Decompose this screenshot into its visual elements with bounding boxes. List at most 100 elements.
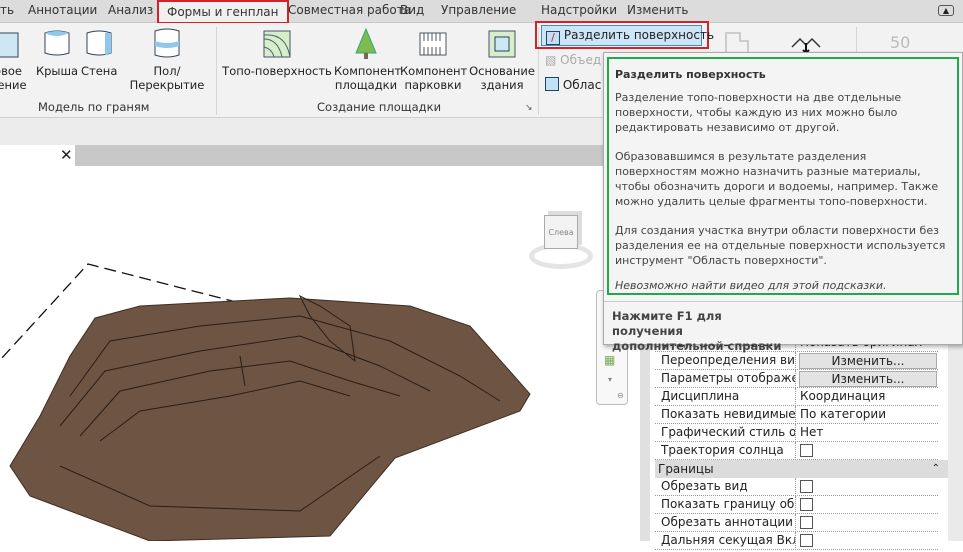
label-50-icon: 50 — [890, 33, 911, 52]
mass-button[interactable]: овое дение — [0, 27, 30, 92]
label: Топо-поверхность — [222, 64, 332, 78]
parking-component-button[interactable]: Компонент парковки — [400, 27, 468, 92]
property-row: Показать невидимые ... По категории — [655, 406, 938, 424]
panel-label-site-creation: Создание площадки — [317, 100, 442, 114]
annotation-crop-checkbox[interactable] — [800, 516, 813, 529]
roof-icon — [44, 30, 70, 56]
sun-path-checkbox[interactable] — [800, 444, 813, 457]
ribbon-tab-bar: ть Аннотации Анализ Формы и генплан Совм… — [0, 0, 963, 24]
merge-surfaces-button[interactable]: ▧ Объед — [545, 53, 601, 67]
tab-partial[interactable]: ть — [0, 3, 14, 17]
section-header-extents[interactable]: Границы ⌃ — [655, 460, 948, 478]
tooltip-description: Разделение топо-поверхности на две отдел… — [615, 91, 902, 134]
edit-button[interactable]: Изменить... — [799, 371, 937, 387]
property-name: Параметры отображе... — [655, 370, 796, 388]
merge-icon: ▧ — [545, 53, 561, 67]
subregion-icon — [545, 77, 559, 91]
crop-view-checkbox[interactable] — [800, 480, 813, 493]
property-row: Дисциплина Координация — [655, 388, 938, 406]
view-tab[interactable]: ✕ — [0, 145, 75, 166]
viewcube-face-left[interactable]: Слева — [544, 215, 578, 249]
site-component-button[interactable]: Компонент площадки — [334, 27, 402, 92]
zoom-icon[interactable]: ▦ — [604, 353, 615, 367]
label: Крыша — [35, 64, 79, 78]
split-surface-button[interactable]: / Разделить поверхность — [541, 25, 714, 46]
tab-modify[interactable]: Изменить — [627, 3, 689, 17]
property-value[interactable]: По категории — [797, 406, 938, 424]
property-row: Показать границу обр... — [655, 496, 938, 514]
tab-massing-site[interactable]: Формы и генплан — [157, 0, 289, 24]
tooltip-title: Разделить поверхность — [615, 68, 766, 81]
property-row: Дальняя секущая Вкл — [655, 532, 938, 550]
nav-bar-options-icon[interactable]: ⊖ — [617, 391, 624, 400]
property-name: Обрезать аннотации — [655, 514, 796, 532]
property-value[interactable]: Нет — [797, 424, 938, 442]
label: Объед — [560, 53, 602, 67]
toposurface[interactable] — [9, 297, 531, 541]
tab-annotations[interactable]: Аннотации — [28, 3, 97, 17]
chevron-down-icon[interactable]: ▾ — [608, 375, 612, 384]
property-value[interactable]: Координация — [797, 388, 938, 406]
label: Облас — [562, 78, 602, 92]
wall-icon — [86, 30, 112, 56]
tooltip-content: Разделить поверхность Разделение топо-по… — [607, 57, 959, 295]
building-pad-icon — [488, 30, 516, 58]
building-pad-button[interactable]: Основание здания — [468, 27, 536, 92]
edit-button[interactable]: Изменить... — [799, 353, 937, 369]
properties-palette: Видимость частейПоказать оригинал Переоп… — [650, 325, 963, 550]
property-name: Показать невидимые ... — [655, 406, 796, 424]
floor-button[interactable]: Пол/Перекрытие — [118, 27, 216, 92]
mass-icon — [0, 32, 19, 58]
property-row: Параметры отображе... Изменить... — [655, 370, 938, 388]
roof-button[interactable]: Крыша — [35, 27, 79, 78]
divider — [604, 301, 962, 302]
parking-icon — [419, 32, 447, 56]
toposurface-icon — [263, 30, 291, 58]
label: Разделить поверхность — [563, 28, 715, 42]
property-name: Переопределения вид... — [655, 352, 796, 370]
tooltip: Разделить поверхность Разделение топо-по… — [603, 52, 963, 353]
tab-collaborate[interactable]: Совместная работа — [288, 3, 411, 17]
property-name: Обрезать вид — [655, 478, 796, 496]
split-surface-icon: / — [546, 31, 560, 45]
tab-view[interactable]: Вид — [400, 3, 424, 17]
label: Основание здания — [469, 64, 535, 92]
property-row: Графический стиль от...Нет — [655, 424, 938, 442]
tooltip-footer: Нажмите F1 для получения дополнительной … — [612, 309, 782, 353]
property-name: Дальняя секущая Вкл — [655, 532, 796, 550]
tree-icon — [355, 27, 377, 59]
tab-addins[interactable]: Надстройки — [541, 3, 617, 17]
tab-manage[interactable]: Управление — [441, 3, 516, 17]
label: Компонент парковки — [400, 64, 468, 92]
collapse-icon[interactable]: ⌃ — [932, 460, 940, 478]
tooltip-description: Образовавшимся в результате разделения п… — [615, 150, 939, 208]
viewcube[interactable]: Слева — [523, 205, 603, 275]
property-name: Траектория солнца — [655, 442, 796, 460]
subregion-button[interactable]: Облас — [545, 77, 601, 92]
tooltip-video-note: Невозможно найти видео для этой подсказк… — [615, 279, 887, 292]
properties-scrollbar[interactable] — [948, 325, 963, 541]
wall-button[interactable]: Стена — [81, 27, 117, 78]
panel-launcher-icon[interactable]: ↘ — [525, 103, 533, 113]
section-title: Границы — [658, 462, 714, 476]
label: овое дение — [0, 64, 27, 92]
property-name: Дисциплина — [655, 388, 796, 406]
property-row: Переопределения вид...Изменить... — [655, 352, 938, 370]
toposurface-button[interactable]: Топо-поверхность — [222, 27, 332, 78]
property-row: Обрезать аннотации — [655, 514, 938, 532]
property-row: Траектория солнца — [655, 442, 938, 460]
view-tab-bar: ✕ — [0, 145, 640, 166]
property-name: Показать границу обр... — [655, 496, 796, 514]
tooltip-description: Для создания участка внутри области пове… — [615, 224, 946, 267]
tab-analysis[interactable]: Анализ — [108, 3, 153, 17]
property-row: Обрезать вид — [655, 478, 938, 496]
close-icon[interactable]: ✕ — [60, 146, 73, 164]
ribbon-minimize-icon[interactable]: ▲ — [938, 5, 954, 16]
floor-icon — [154, 28, 180, 58]
crop-region-visible-checkbox[interactable] — [800, 498, 813, 511]
label: Пол/Перекрытие — [129, 64, 205, 92]
label: Компонент площадки — [334, 64, 402, 92]
property-name: Графический стиль от... — [655, 424, 796, 442]
divider — [216, 27, 217, 115]
label: Стена — [81, 64, 118, 78]
